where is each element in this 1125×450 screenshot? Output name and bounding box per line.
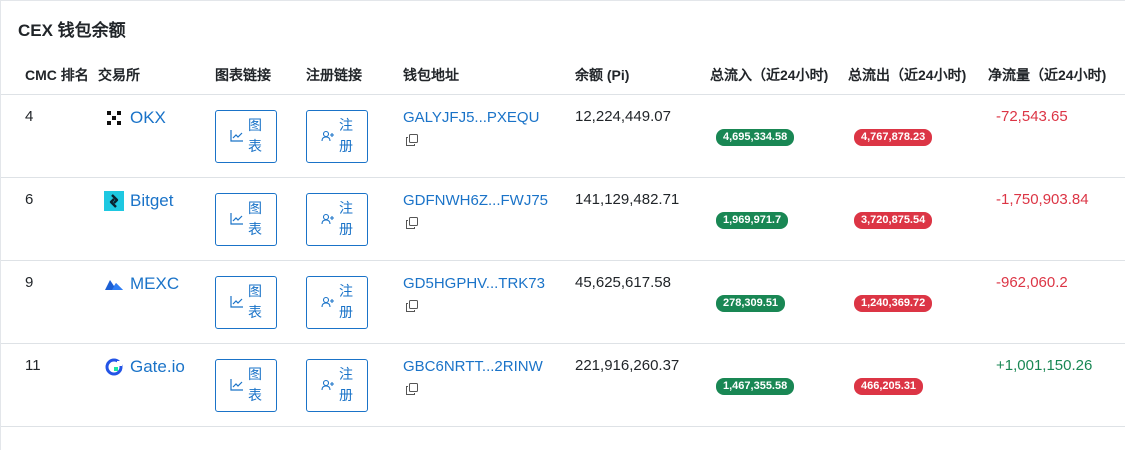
rank-value: 11	[25, 357, 41, 374]
net-flow-value: -72,543.65	[996, 108, 1068, 125]
net-flow-value: -1,750,903.84	[996, 191, 1089, 208]
header-balance: 余额 (Pi)	[575, 57, 710, 95]
chart-button-label: 图表	[248, 117, 262, 154]
register-button[interactable]: 注册	[306, 358, 368, 412]
page-title: CEX 钱包余额	[18, 21, 126, 40]
exchange-name: OKX	[130, 108, 166, 127]
exchange-name: Gate.io	[130, 357, 185, 376]
chart-line-icon	[230, 130, 243, 142]
exchange-link[interactable]: MEXC	[98, 274, 215, 294]
exchange-link[interactable]: Bitget	[98, 191, 215, 211]
register-button-label: 注册	[339, 117, 353, 154]
balance-value: 221,916,260.37	[575, 357, 680, 374]
chart-button[interactable]: 图表	[215, 275, 277, 329]
chart-button[interactable]: 图表	[215, 109, 277, 163]
chart-line-icon	[230, 296, 243, 308]
wallet-address[interactable]: GDFNWH6Z...FWJ75	[403, 190, 553, 234]
rank-value: 9	[25, 274, 34, 291]
header-outflow: 总流出（近24小时)	[848, 57, 988, 95]
chart-button-label: 图表	[248, 283, 262, 320]
table-row: 6 Bitget 图表 注册 GDFNWH6Z...FWJ75 141,129,…	[1, 177, 1125, 261]
inflow-badge: 278,309.51	[716, 294, 786, 312]
chart-line-icon	[230, 379, 243, 391]
register-button[interactable]: 注册	[306, 275, 368, 329]
chart-button[interactable]: 图表	[215, 192, 277, 246]
header-wallet: 钱包地址	[397, 57, 575, 95]
inflow-badge: 1,969,971.7	[716, 211, 789, 229]
exchange-name: Bitget	[130, 191, 174, 210]
bitget-icon	[104, 191, 124, 211]
register-button[interactable]: 注册	[306, 192, 368, 246]
wallet-address-text: GBC6NRTT...2RINW	[403, 358, 543, 375]
register-button-label: 注册	[339, 283, 353, 320]
chart-line-icon	[230, 213, 243, 225]
net-flow-value: -962,060.2	[996, 274, 1068, 291]
cex-wallet-panel: CEX 钱包余额 CMC 排名 交易所 图表链接 注册链接 钱包地址 余额 (P…	[0, 0, 1125, 450]
register-button[interactable]: 注册	[306, 109, 368, 163]
balance-value: 12,224,449.07	[575, 108, 671, 125]
chart-button-label: 图表	[248, 200, 262, 237]
inflow-badge: 1,467,355.58	[716, 377, 795, 395]
register-button-label: 注册	[339, 200, 353, 237]
header-register-link: 注册链接	[306, 57, 397, 95]
chart-button[interactable]: 图表	[215, 358, 277, 412]
outflow-badge: 1,240,369.72	[854, 294, 933, 312]
header-inflow: 总流入（近24小时)	[710, 57, 848, 95]
table-row: 9 MEXC 图表 注册 GD5HGPHV...TRK73 45,625,617…	[1, 260, 1125, 344]
rank-value: 4	[25, 108, 34, 125]
wallet-address-text: GDFNWH6Z...FWJ75	[403, 192, 548, 209]
exchange-link[interactable]: OKX	[98, 108, 215, 128]
register-button-label: 注册	[339, 366, 353, 403]
balance-value: 141,129,482.71	[575, 191, 680, 208]
rank-value: 6	[25, 191, 34, 208]
inflow-badge: 4,695,334.58	[716, 128, 795, 146]
copy-icon[interactable]	[406, 300, 418, 313]
wallet-address[interactable]: GALYJFJ5...PXEQU	[403, 107, 553, 151]
mexc-icon	[104, 274, 124, 294]
copy-icon[interactable]	[406, 134, 418, 147]
header-exchange: 交易所	[98, 57, 215, 95]
wallet-address[interactable]: GD5HGPHV...TRK73	[403, 273, 553, 317]
exchange-link[interactable]: Gate.io	[98, 357, 215, 377]
user-add-icon	[321, 213, 334, 225]
user-add-icon	[321, 379, 334, 391]
gateio-icon	[104, 357, 124, 377]
outflow-badge: 466,205.31	[854, 377, 924, 395]
cex-balance-table: CMC 排名 交易所 图表链接 注册链接 钱包地址 余额 (Pi) 总流入（近2…	[1, 57, 1125, 427]
balance-value: 45,625,617.58	[575, 274, 671, 291]
table-header-row: CMC 排名 交易所 图表链接 注册链接 钱包地址 余额 (Pi) 总流入（近2…	[1, 57, 1125, 95]
outflow-badge: 3,720,875.54	[854, 211, 933, 229]
chart-button-label: 图表	[248, 366, 262, 403]
wallet-address-text: GD5HGPHV...TRK73	[403, 275, 545, 292]
net-flow-value: +1,001,150.26	[996, 357, 1093, 374]
outflow-badge: 4,767,878.23	[854, 128, 933, 146]
header-chart-link: 图表链接	[215, 57, 306, 95]
table-row: 11 Gate.io 图表 注册 GBC6NRTT...2RINW 221,91…	[1, 343, 1125, 427]
header-rank: CMC 排名	[1, 57, 98, 95]
exchange-name: MEXC	[130, 274, 180, 293]
copy-icon[interactable]	[406, 383, 418, 396]
user-add-icon	[321, 130, 334, 142]
user-add-icon	[321, 296, 334, 308]
wallet-address-text: GALYJFJ5...PXEQU	[403, 109, 540, 126]
header-net: 净流量（近24小时)	[988, 57, 1125, 95]
copy-icon[interactable]	[406, 217, 418, 230]
wallet-address[interactable]: GBC6NRTT...2RINW	[403, 356, 553, 400]
table-row: 4 OKX 图表 注册 GALYJFJ5...PXEQU 12,224,449.…	[1, 94, 1125, 178]
okx-icon	[104, 108, 124, 128]
